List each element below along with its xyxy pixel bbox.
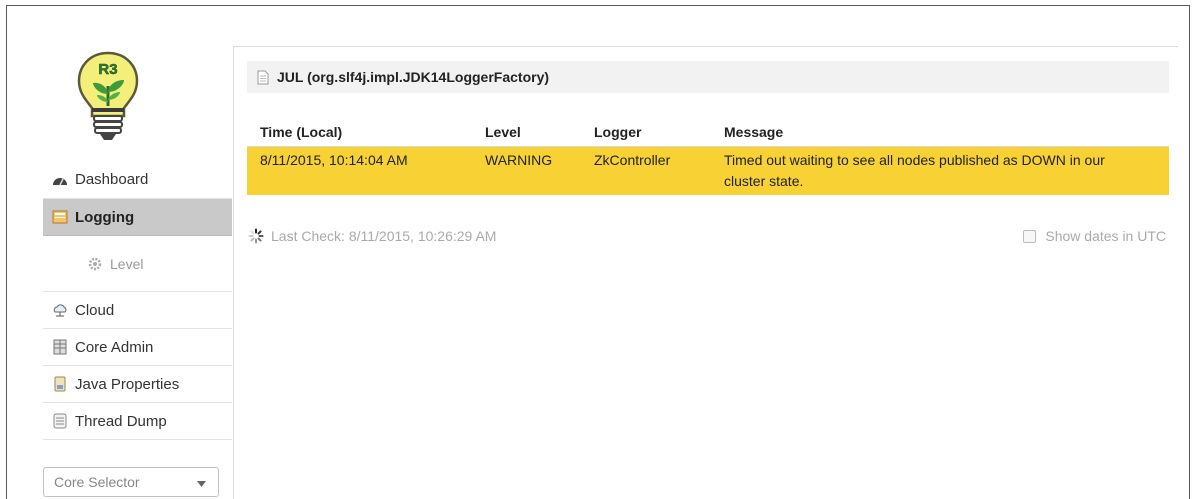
log-message-line: Timed out waiting to see all nodes publi… <box>711 147 1169 171</box>
sidebar-item-label: Level <box>110 255 144 272</box>
column-header-level[interactable]: Level <box>472 115 581 147</box>
sidebar-item-label: Logging <box>75 208 135 226</box>
gear-icon <box>87 256 103 272</box>
last-check-text: Last Check: 8/11/2015, 10:26:29 AM <box>271 228 497 244</box>
last-check-status: Last Check: 8/11/2015, 10:26:29 AM <box>248 228 496 244</box>
core-selector-placeholder: Core Selector <box>54 474 140 490</box>
column-header-time[interactable]: Time (Local) <box>247 115 472 147</box>
solr-logo[interactable]: R3 <box>76 50 140 142</box>
panel-header: JUL (org.slf4j.impl.JDK14LoggerFactory) <box>247 61 1169 93</box>
sidebar-item-cloud[interactable]: Cloud <box>43 292 232 329</box>
cloud-icon <box>52 302 68 318</box>
chevron-down-icon <box>197 474 206 490</box>
log-table: Time (Local) Level Logger Message 8/11/2… <box>247 115 1169 195</box>
column-header-logger[interactable]: Logger <box>581 115 711 147</box>
log-time: 8/11/2015, 10:14:04 AM <box>247 146 472 195</box>
sidebar-item-java-properties[interactable]: Java Properties <box>43 366 232 403</box>
sidebar-item-level[interactable]: Level <box>43 236 232 292</box>
sidebar-item-label: Java Properties <box>75 375 180 393</box>
main-panel: JUL (org.slf4j.impl.JDK14LoggerFactory) … <box>233 46 1178 499</box>
sidebar-item-label: Dashboard <box>75 171 149 188</box>
logging-icon <box>52 209 68 225</box>
core-admin-icon <box>52 339 68 355</box>
log-level: WARNING <box>472 146 581 195</box>
log-logger: ZkController <box>581 146 711 195</box>
sidebar-item-label: Thread Dump <box>75 412 167 430</box>
utc-checkbox[interactable] <box>1023 229 1037 243</box>
sidebar-item-label: Core Admin <box>75 338 154 356</box>
log-message: Timed out waiting to see all nodes publi… <box>711 147 1169 195</box>
java-properties-icon <box>52 376 68 392</box>
show-utc-toggle[interactable]: Show dates in UTC <box>1023 228 1166 244</box>
loading-spinner-icon <box>248 228 264 244</box>
sidebar-item-logging[interactable]: Logging <box>43 199 232 236</box>
panel-title: JUL (org.slf4j.impl.JDK14LoggerFactory) <box>277 69 550 85</box>
sidebar-item-thread-dump[interactable]: Thread Dump <box>43 403 232 440</box>
show-utc-label: Show dates in UTC <box>1045 228 1166 244</box>
sidebar-nav: Dashboard Logging Level Cloud Core Admin… <box>43 161 232 440</box>
core-selector-dropdown[interactable]: Core Selector <box>43 467 219 497</box>
thread-dump-icon <box>52 413 68 429</box>
log-message-line: cluster state. <box>711 171 1169 195</box>
sidebar-item-core-admin[interactable]: Core Admin <box>43 329 232 366</box>
dashboard-icon <box>52 172 68 188</box>
column-header-message[interactable]: Message <box>711 115 1169 147</box>
svg-text:R3: R3 <box>98 61 117 78</box>
sidebar-item-dashboard[interactable]: Dashboard <box>43 161 232 199</box>
document-icon <box>257 70 269 85</box>
sidebar-item-label: Cloud <box>75 301 115 319</box>
table-row[interactable]: 8/11/2015, 10:14:04 AM WARNING ZkControl… <box>247 146 1169 195</box>
